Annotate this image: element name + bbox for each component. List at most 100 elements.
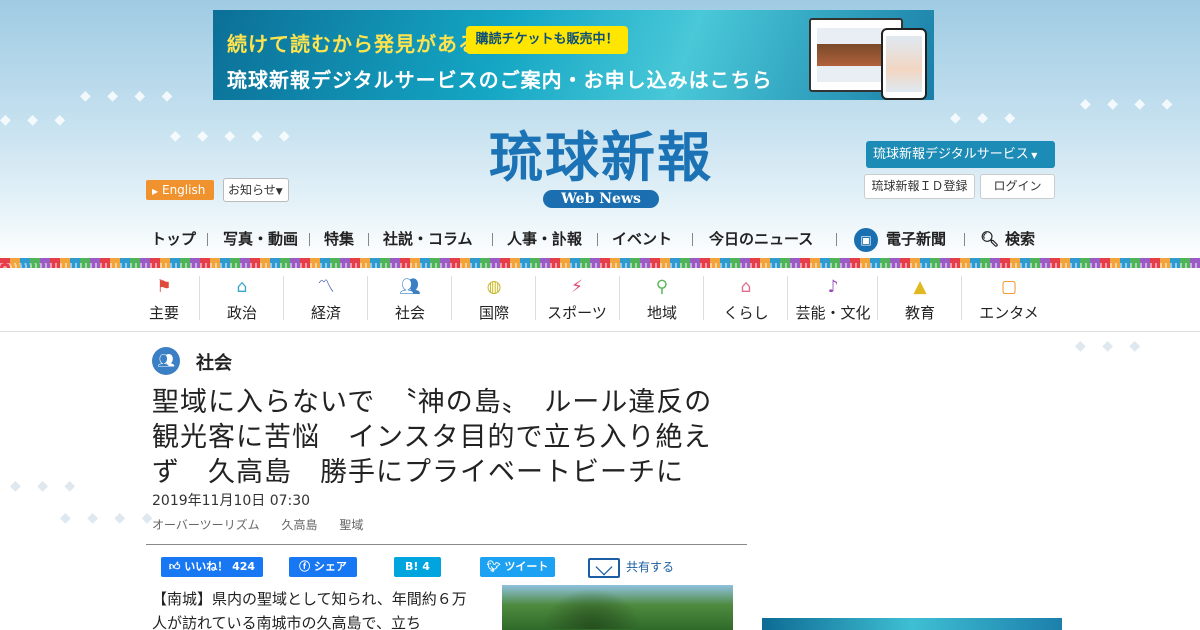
banner-cta: 琉球新報デジタルサービスのご案内・お申し込みはこちら [227, 68, 773, 92]
nav-search[interactable]: 🔍︎ 検索 [980, 226, 1035, 252]
chart-icon: 〽 [317, 277, 335, 297]
tag-link[interactable]: 聖域 [339, 518, 363, 532]
category-label: 国際 [478, 304, 509, 322]
category-label: スポーツ [547, 304, 607, 322]
tweet-button[interactable]: 🐦︎ ツイート [480, 557, 555, 577]
flag-icon: ⚑ [156, 277, 172, 297]
category-region[interactable]: ⚲ 地域 [642, 270, 682, 330]
fish-decoration: ◆ ◆ ◆ [950, 110, 1022, 126]
category-separator [451, 276, 452, 320]
graduation-icon: ▲ [913, 277, 927, 297]
article-tags: オーバーツーリズム 久高島 聖域 [152, 516, 381, 533]
category-living[interactable]: ⌂ くらし [721, 270, 771, 330]
facebook-share-button[interactable]: ⓕ シェア [289, 557, 357, 577]
category-separator [367, 276, 368, 320]
nav-todays-news[interactable]: 今日のニュース [709, 226, 813, 252]
category-label: くらし [723, 304, 769, 322]
site-logo[interactable]: 琉球新報 Web News [451, 126, 751, 208]
people-icon: 👥︎ [152, 347, 180, 375]
notice-label: お知らせ [228, 183, 276, 197]
nav-separator [964, 233, 965, 246]
sidebar-ad[interactable] [762, 618, 1062, 630]
english-button[interactable]: ▶ English [146, 180, 214, 200]
chevron-down-icon: ▼ [275, 187, 283, 197]
chevron-down-icon: ▼ [1028, 151, 1038, 160]
id-register-button[interactable]: 琉球新報ＩＤ登録 [864, 174, 975, 199]
category-sports[interactable]: ⚡ スポーツ [544, 270, 610, 330]
english-label: English [161, 183, 206, 197]
category-label: 主要 [148, 304, 179, 322]
runner-icon: ⚡ [571, 277, 583, 297]
category-separator [787, 276, 788, 320]
category-major[interactable]: ⚑ 主要 [146, 270, 182, 330]
category-label: 経済 [310, 304, 341, 322]
nav-photo-video[interactable]: 写真・動画 [223, 226, 298, 252]
category-society[interactable]: 👥︎ 社会 [390, 270, 430, 330]
category-international[interactable]: ◍ 国際 [474, 270, 514, 330]
article-body: 【南城】県内の聖域として知られ、年間約６万人が訪れている南城市の久高島で、立ち [152, 590, 467, 630]
nav-events[interactable]: イベント [612, 226, 672, 252]
category-separator [199, 276, 200, 320]
category-separator [619, 276, 620, 320]
nav-separator [492, 233, 493, 246]
globe-icon: ◍ [486, 277, 502, 297]
nav-personnel[interactable]: 人事・訃報 [507, 226, 582, 252]
category-economy[interactable]: 〽 経済 [306, 270, 346, 330]
facebook-icon: ⓕ [299, 560, 311, 573]
category-culture[interactable]: ♪ 芸能・文化 [792, 270, 874, 330]
logo-title: 琉球新報 [489, 125, 713, 189]
nav-editorial[interactable]: 社説・コラム [383, 226, 473, 252]
category-label: エンタメ [979, 304, 1039, 322]
category-label: 社会 [394, 304, 425, 322]
tag-link[interactable]: 久高島 [281, 518, 317, 532]
section-title[interactable]: 社会 [196, 349, 232, 375]
like-label: いいね！ 424 [184, 560, 256, 573]
category-label: 地域 [646, 304, 677, 322]
category-divider [0, 331, 1200, 332]
category-label: 教育 [904, 304, 935, 322]
digital-service-label: 琉球新報デジタルサービス [873, 147, 1029, 162]
nav-separator [692, 233, 693, 246]
main-navigation: トップ 写真・動画 特集 社説・コラム 人事・訃報 イベント 今日のニュース ▣… [146, 226, 1060, 252]
category-separator [535, 276, 536, 320]
mail-share-button[interactable]: 共有する [588, 556, 674, 578]
nav-separator [836, 233, 837, 246]
login-button[interactable]: ログイン [980, 174, 1055, 199]
category-separator [877, 276, 878, 320]
nav-e-paper[interactable]: ▣ 電子新聞 [854, 226, 946, 252]
nav-separator [368, 233, 369, 246]
fish-decoration: ◆ ◆ ◆ ◆ ◆ [170, 128, 296, 144]
article-headline: 聖域に入らないで 〝神の島〟 ルール違反の観光客に苦悩 インスタ目的で立ち入り絶… [152, 387, 713, 488]
share-label: シェア [313, 560, 347, 573]
article-photo[interactable] [502, 585, 733, 630]
tag-link[interactable]: オーバーツーリズム [152, 518, 260, 532]
category-label: 政治 [226, 304, 257, 322]
mail-icon [588, 557, 620, 578]
nav-top[interactable]: トップ [151, 226, 196, 252]
digital-service-banner[interactable]: 続けて読むから発見がある 購読チケットも販売中！ 琉球新報デジタルサービスのご案… [213, 10, 934, 100]
category-separator [283, 276, 284, 320]
fish-decoration: ◆ ◆ ◆ [10, 478, 82, 494]
nav-search-label: 検索 [1005, 230, 1036, 248]
nav-features[interactable]: 特集 [324, 226, 354, 252]
digital-service-dropdown[interactable]: 琉球新報デジタルサービス ▼ [866, 141, 1055, 168]
e-paper-icon: ▣ [854, 227, 878, 252]
twitter-icon: 🐦︎ [486, 560, 501, 573]
fish-decoration: ◆ ◆ ◆ [1075, 338, 1147, 354]
notice-dropdown[interactable]: お知らせ▼ [223, 178, 289, 202]
pin-icon: ⚲ [655, 277, 669, 297]
category-education[interactable]: ▲ 教育 [900, 270, 940, 330]
hatena-bookmark-button[interactable]: B! 4 [394, 557, 441, 577]
tweet-label: ツイート [504, 560, 549, 573]
category-separator [703, 276, 704, 320]
category-entertainment[interactable]: ▢ エンタメ [974, 270, 1044, 330]
thumbs-up-icon: 👍︎ [168, 560, 181, 573]
banner-tagline: 続けて読むから発見がある [227, 32, 479, 56]
category-separator [961, 276, 962, 320]
facebook-like-button[interactable]: 👍︎ いいね！ 424 [161, 557, 263, 577]
fish-decoration: ◆ ◆ ◆ [0, 112, 72, 128]
government-icon: ⌂ [236, 277, 248, 297]
nav-separator [309, 233, 310, 246]
category-politics[interactable]: ⌂ 政治 [222, 270, 262, 330]
home-icon: ⌂ [740, 277, 752, 297]
